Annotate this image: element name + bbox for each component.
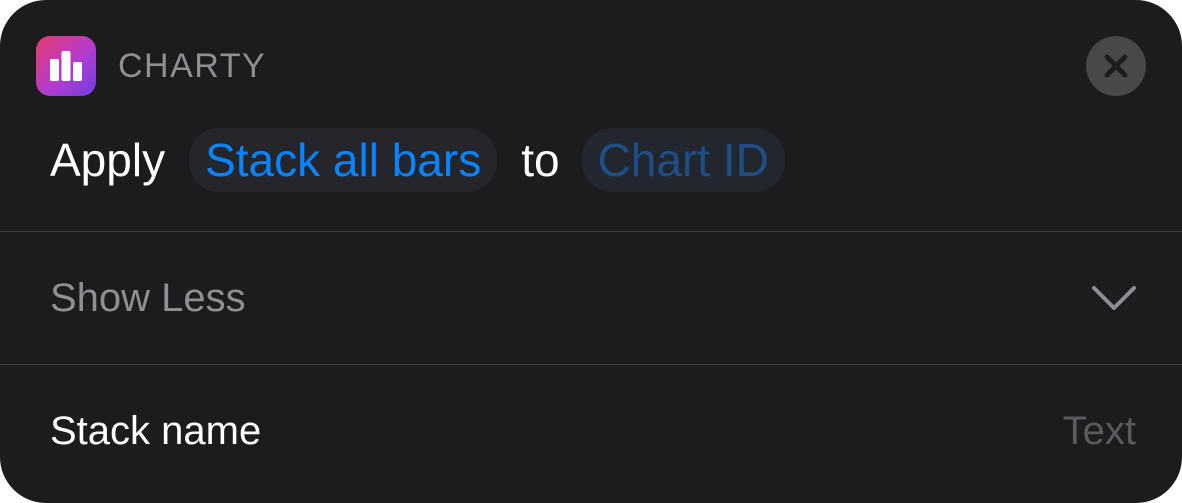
stack-name-label: Stack name: [50, 409, 262, 453]
parameter-token[interactable]: Chart ID: [581, 128, 785, 192]
app-name: CHARTY: [118, 47, 267, 85]
chevron-down-icon: [1092, 286, 1136, 310]
option-token[interactable]: Stack all bars: [189, 128, 498, 192]
stack-name-row: Stack name: [0, 365, 1182, 503]
action-card: CHARTY Apply Stack all bars to Chart ID …: [0, 0, 1182, 503]
action-verb: Apply: [50, 134, 166, 186]
close-button[interactable]: [1086, 36, 1146, 96]
stack-name-input[interactable]: [816, 409, 1136, 453]
action-connector: to: [521, 134, 560, 186]
close-icon: [1104, 54, 1128, 78]
action-summary: Apply Stack all bars to Chart ID: [50, 128, 785, 192]
bar-chart-icon: [36, 36, 96, 96]
show-less-label: Show Less: [50, 276, 246, 320]
show-less-toggle[interactable]: Show Less: [0, 232, 1182, 364]
card-header: CHARTY: [36, 36, 1146, 96]
